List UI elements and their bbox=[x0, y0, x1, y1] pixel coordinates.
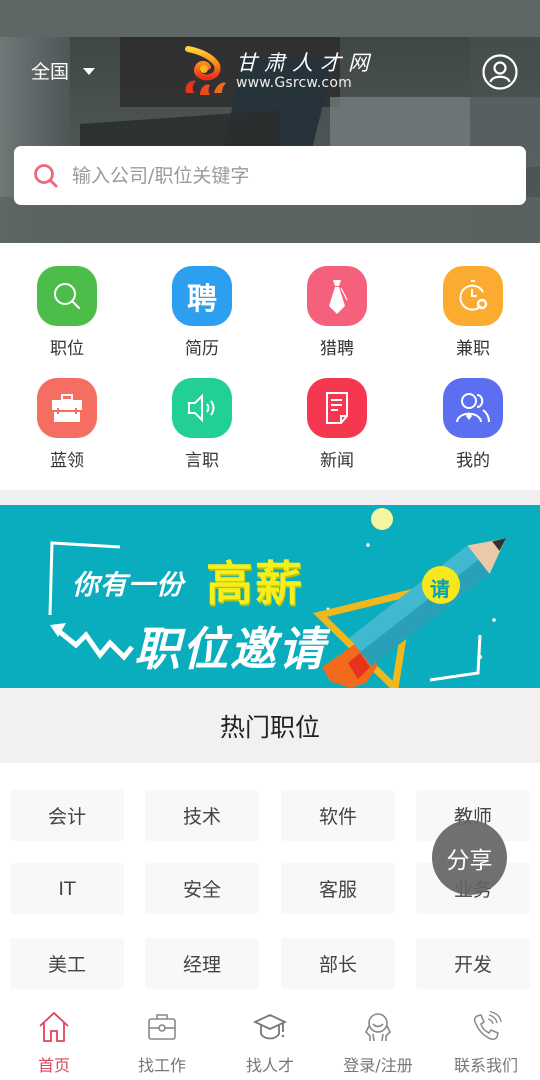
menu-item-resume[interactable]: 聘 简历 bbox=[152, 266, 252, 359]
city-selector[interactable]: 全国 bbox=[31, 57, 96, 84]
tab-find-talent[interactable]: 找人才 bbox=[216, 1000, 324, 1080]
phone-icon bbox=[473, 1010, 502, 1040]
promo-banner[interactable]: 你有一份 高薪 职位邀请 请 bbox=[0, 505, 540, 688]
caret-down-icon bbox=[83, 68, 96, 75]
menu-tile bbox=[307, 378, 367, 438]
briefcase-icon bbox=[148, 1014, 176, 1040]
menu-tile bbox=[172, 378, 232, 438]
home-icon bbox=[39, 1011, 69, 1042]
menu-item-mine[interactable]: 我的 bbox=[423, 378, 523, 471]
logo-title: 甘肃人才网 bbox=[236, 51, 376, 75]
login-person-icon bbox=[365, 1013, 391, 1042]
menu-tile bbox=[443, 378, 503, 438]
menu-item-news[interactable]: 新闻 bbox=[287, 378, 387, 471]
tab-label: 首页 bbox=[37, 1056, 70, 1075]
job-tag[interactable]: IT bbox=[10, 863, 124, 914]
menu-item-parttime[interactable]: 兼职 bbox=[423, 266, 523, 359]
status-bar bbox=[0, 0, 540, 37]
section-divider bbox=[0, 490, 540, 505]
menu-label: 猎聘 bbox=[320, 339, 354, 359]
menu-label: 职位 bbox=[50, 339, 84, 359]
menu-tile bbox=[37, 378, 97, 438]
user-circle-icon bbox=[482, 54, 518, 90]
logo-url: www.Gsrcw.com bbox=[236, 75, 352, 91]
hot-jobs-header: 热门职位 bbox=[0, 688, 540, 763]
banner-highlight: 高薪 bbox=[206, 557, 304, 612]
bottom-tab-bar: 首页 找工作 找人才 登录/注册 联系我们 bbox=[0, 1000, 540, 1080]
clock-icon bbox=[459, 280, 488, 311]
hot-jobs-title: 热门职位 bbox=[219, 712, 320, 742]
document-icon bbox=[326, 392, 348, 424]
tab-label: 找工作 bbox=[137, 1056, 186, 1075]
speaker-icon bbox=[188, 393, 215, 423]
menu-label: 蓝领 bbox=[50, 451, 84, 471]
city-label: 全国 bbox=[31, 61, 70, 83]
menu-label: 简历 bbox=[185, 339, 219, 359]
tab-label: 找人才 bbox=[245, 1056, 294, 1075]
menu-item-voice[interactable]: 言职 bbox=[152, 378, 252, 471]
tab-home[interactable]: 首页 bbox=[0, 1000, 108, 1080]
menu-item-jobs[interactable]: 职位 bbox=[17, 266, 117, 359]
share-button[interactable]: 分享 bbox=[432, 820, 507, 895]
tab-contact-us[interactable]: 联系我们 bbox=[432, 1000, 540, 1080]
job-tag[interactable]: 开发 bbox=[416, 938, 530, 989]
job-tag[interactable]: 客服 bbox=[281, 863, 395, 914]
menu-tile bbox=[443, 266, 503, 326]
user-profile-button[interactable] bbox=[482, 54, 518, 90]
toolbox-icon bbox=[52, 394, 82, 422]
menu-label: 我的 bbox=[456, 451, 490, 471]
users-icon bbox=[456, 393, 490, 423]
job-tag[interactable]: 技术 bbox=[145, 790, 259, 841]
job-tag[interactable]: 经理 bbox=[145, 938, 259, 989]
menu-label: 兼职 bbox=[456, 339, 490, 359]
tab-login-register[interactable]: 登录/注册 bbox=[324, 1000, 432, 1080]
search-icon bbox=[54, 283, 80, 309]
menu-item-headhunting[interactable]: 猎聘 bbox=[287, 266, 387, 359]
job-tag[interactable]: 美工 bbox=[10, 938, 124, 989]
pin-character-icon: 聘 bbox=[187, 282, 217, 317]
search-input[interactable] bbox=[72, 164, 472, 187]
tab-find-job[interactable]: 找工作 bbox=[108, 1000, 216, 1080]
banner-badge: 请 bbox=[430, 577, 450, 601]
menu-tile: 聘 bbox=[172, 266, 232, 326]
necktie-icon bbox=[329, 280, 348, 314]
job-tag[interactable]: 部长 bbox=[281, 938, 395, 989]
menu-label: 言职 bbox=[185, 451, 219, 471]
banner-line2: 职位邀请 bbox=[134, 622, 326, 676]
graduation-cap-icon bbox=[253, 1014, 287, 1040]
logo-flame-icon bbox=[185, 46, 226, 95]
search-bar[interactable] bbox=[14, 146, 526, 205]
menu-item-bluecollar[interactable]: 蓝领 bbox=[17, 378, 117, 471]
search-icon bbox=[34, 163, 58, 187]
job-tag[interactable]: 安全 bbox=[145, 863, 259, 914]
quick-menu: 职位 聘 简历 猎聘 兼职 蓝领 言职 新闻 我的 bbox=[0, 243, 540, 490]
site-logo[interactable]: 甘肃人才网 www.Gsrcw.com bbox=[180, 45, 376, 97]
banner-line1: 你有一份 bbox=[72, 570, 184, 601]
job-tag[interactable]: 软件 bbox=[281, 790, 395, 841]
tab-label: 联系我们 bbox=[453, 1056, 518, 1075]
menu-tile bbox=[37, 266, 97, 326]
tab-label: 登录/注册 bbox=[343, 1056, 413, 1075]
menu-label: 新闻 bbox=[320, 451, 354, 471]
menu-tile bbox=[307, 266, 367, 326]
job-tag[interactable]: 会计 bbox=[10, 790, 124, 841]
